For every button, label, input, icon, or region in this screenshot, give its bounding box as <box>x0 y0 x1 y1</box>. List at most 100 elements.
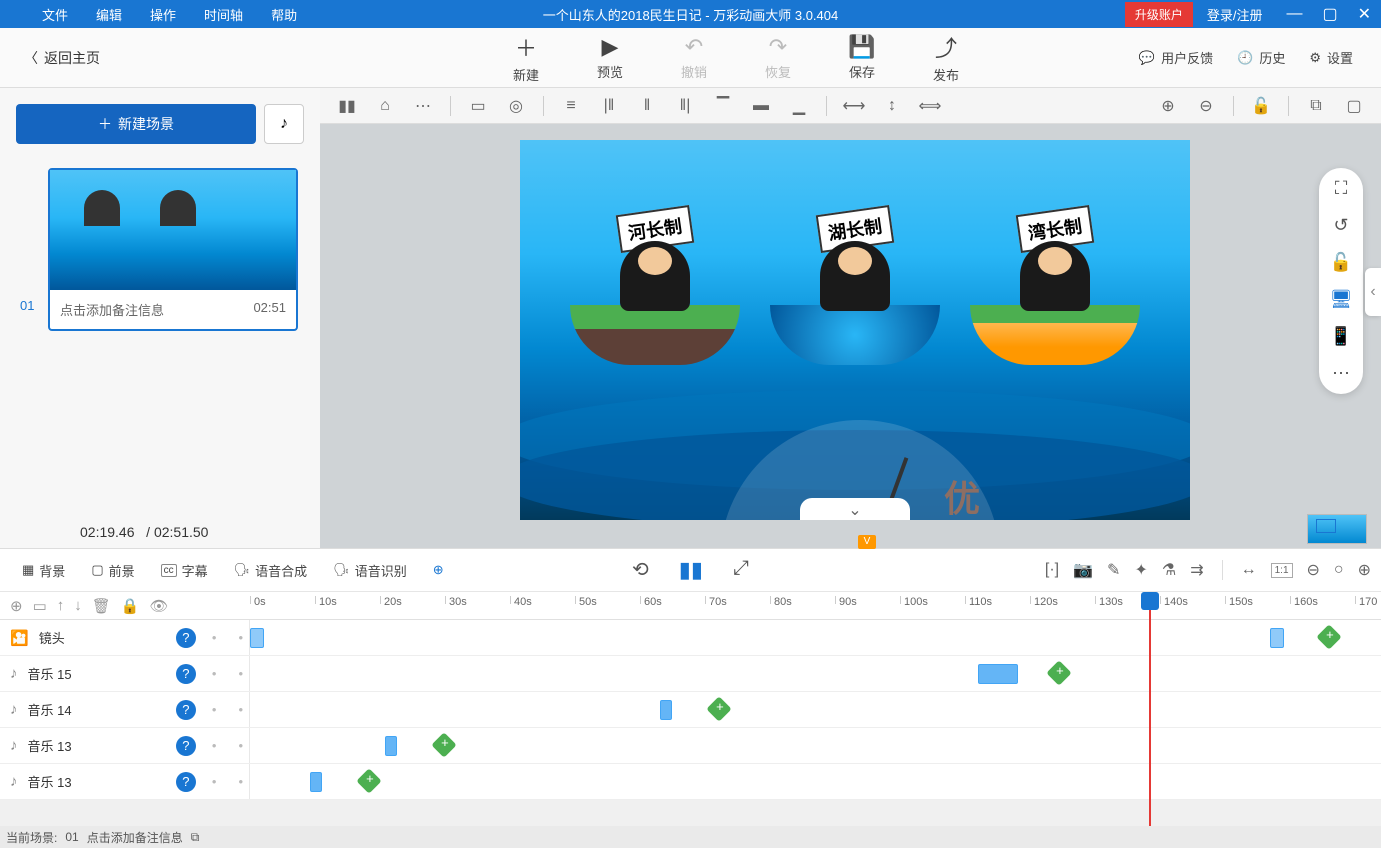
add-keyframe-button[interactable] <box>1316 624 1341 649</box>
lock-button[interactable]: 🔓 <box>1244 91 1278 121</box>
add-keyframe-button[interactable] <box>1046 660 1071 685</box>
marker-v[interactable]: V <box>858 535 876 549</box>
undo-button[interactable]: ↶撤销 <box>652 31 736 84</box>
timeline-ruler[interactable]: 0s10s20s30s40s50s60s70s80s90s100s110s120… <box>250 592 1381 619</box>
new-scene-button[interactable]: ＋ 新建场景 <box>16 104 256 144</box>
mini-preview[interactable] <box>1307 514 1367 544</box>
track-header[interactable]: ♪ 音乐 14 ? • • <box>0 692 250 727</box>
track-header[interactable]: 🎦 镜头 ? • • <box>0 620 250 655</box>
asr-tab[interactable]: 🗣语音识别 <box>321 561 419 580</box>
track-body[interactable] <box>250 620 1381 655</box>
login-register-link[interactable]: 登录/注册 <box>1193 5 1277 24</box>
save-button[interactable]: 💾保存 <box>820 31 904 84</box>
add-track-button[interactable]: ⊕ <box>10 597 23 615</box>
visibility-button[interactable]: 👁 <box>150 597 169 615</box>
redo-button[interactable]: ↷恢复 <box>736 31 820 84</box>
fullscreen-icon[interactable]: ⛶ <box>1335 178 1348 199</box>
keyframe-button[interactable]: ✦ <box>1134 560 1147 580</box>
zoom-in-timeline[interactable]: ⊕ <box>1358 560 1371 580</box>
minimize-button[interactable]: — <box>1276 5 1312 23</box>
replay-button[interactable]: ⟲ <box>632 557 649 583</box>
history-link[interactable]: 🕘历史 <box>1237 48 1285 67</box>
dist-v-button[interactable]: ↕ <box>875 91 909 121</box>
track-header[interactable]: ♪ 音乐 15 ? • • <box>0 656 250 691</box>
align-mid-button[interactable]: ▬ <box>744 91 778 121</box>
select-button[interactable]: ▭ <box>461 91 495 121</box>
track-dot[interactable]: • <box>206 702 223 717</box>
clip[interactable] <box>250 628 264 648</box>
upgrade-account-button[interactable]: 升级账户 <box>1125 2 1193 27</box>
copy-button[interactable]: ⧉ <box>1299 91 1333 121</box>
publish-button[interactable]: ⤴发布 <box>904 31 988 84</box>
track-body[interactable] <box>250 656 1381 691</box>
delete-button[interactable]: 🗑 <box>92 597 111 615</box>
canvas-pulldown[interactable]: ⌄ <box>800 498 910 520</box>
flow-button[interactable]: ⇉ <box>1190 560 1203 580</box>
maximize-button[interactable]: ▢ <box>1312 4 1347 24</box>
menu-operate[interactable]: 操作 <box>136 5 190 24</box>
clip[interactable] <box>978 664 1018 684</box>
track-body[interactable] <box>250 692 1381 727</box>
clip[interactable] <box>310 772 322 792</box>
target-button[interactable]: ◎ <box>499 91 533 121</box>
track-dot[interactable]: • <box>232 666 249 681</box>
menu-edit[interactable]: 编辑 <box>82 5 136 24</box>
desktop-icon[interactable]: 🖥 <box>1330 289 1353 310</box>
back-home-button[interactable]: 〈 返回主页 <box>0 48 124 68</box>
right-drawer-toggle[interactable]: ‹ <box>1365 268 1381 316</box>
track-body[interactable] <box>250 764 1381 799</box>
help-icon[interactable]: ? <box>176 700 196 720</box>
playhead[interactable] <box>1141 592 1159 610</box>
align-top-button[interactable]: ▔ <box>706 91 740 121</box>
track-header[interactable]: ♪ 音乐 13 ? • • <box>0 764 250 799</box>
clip[interactable] <box>1270 628 1284 648</box>
track-dot[interactable]: • <box>232 702 249 717</box>
zoom-out-timeline[interactable]: ⊖ <box>1307 560 1320 580</box>
track-dot[interactable]: • <box>232 774 249 789</box>
help-icon[interactable]: ? <box>176 772 196 792</box>
track-header[interactable]: ♪ 音乐 13 ? • • <box>0 728 250 763</box>
feedback-link[interactable]: 💬用户反馈 <box>1139 48 1213 67</box>
align-h-button[interactable]: |‖ <box>592 91 626 121</box>
lock-track-button[interactable]: 🔒 <box>121 597 140 615</box>
foreground-tab[interactable]: ▢前景 <box>79 561 146 580</box>
add-keyframe-button[interactable] <box>356 768 381 793</box>
more-icon[interactable]: ⋯ <box>1332 363 1350 384</box>
help-icon[interactable]: ? <box>176 664 196 684</box>
down-button[interactable]: ↓ <box>74 597 82 614</box>
mobile-icon[interactable]: 📱 <box>1330 326 1352 347</box>
folder-button[interactable]: ▭ <box>33 597 47 615</box>
camera-button[interactable]: 📷 <box>1073 560 1093 580</box>
align-center-button[interactable]: ‖ <box>630 91 664 121</box>
timeline-more-button[interactable]: ⊕ <box>421 562 456 578</box>
ratio-button[interactable]: 1:1 <box>1271 563 1293 578</box>
bracket-in-button[interactable]: [·] <box>1045 561 1059 579</box>
paste-button[interactable]: ▢ <box>1337 91 1371 121</box>
track-dot[interactable]: • <box>232 738 249 753</box>
add-keyframe-button[interactable] <box>431 732 456 757</box>
align-h2-button[interactable]: ‖| <box>668 91 702 121</box>
new-button[interactable]: ＋新建 <box>484 31 568 84</box>
up-button[interactable]: ↑ <box>57 597 65 614</box>
track-dot[interactable]: • <box>206 630 223 645</box>
track-dot[interactable]: • <box>232 630 249 645</box>
align-bottom-button[interactable]: ▁ <box>782 91 816 121</box>
settings-link[interactable]: ⚙设置 <box>1309 48 1353 67</box>
dist-h2-button[interactable]: ⟺ <box>913 91 947 121</box>
dist-h-button[interactable]: ⟷ <box>837 91 871 121</box>
status-note[interactable]: 点击添加备注信息 <box>87 829 183 846</box>
pause-button[interactable]: ▮▮ <box>679 557 703 583</box>
subtitle-tab[interactable]: cc字幕 <box>149 561 220 580</box>
background-tab[interactable]: ▦背景 <box>10 561 77 580</box>
rotate-icon[interactable]: ↺ <box>1333 215 1348 236</box>
tts-tab[interactable]: 🗣语音合成 <box>222 561 320 580</box>
track-dot[interactable]: • <box>206 738 223 753</box>
clip[interactable] <box>660 700 672 720</box>
fit-button[interactable]: ↔ <box>1241 561 1257 579</box>
menu-timeline[interactable]: 时间轴 <box>190 5 257 24</box>
track-body[interactable] <box>250 728 1381 763</box>
filter-button[interactable]: ⚗ <box>1162 560 1176 580</box>
zoom-slider[interactable]: ○ <box>1334 561 1344 579</box>
track-dot[interactable]: • <box>206 666 223 681</box>
add-keyframe-button[interactable] <box>706 696 731 721</box>
